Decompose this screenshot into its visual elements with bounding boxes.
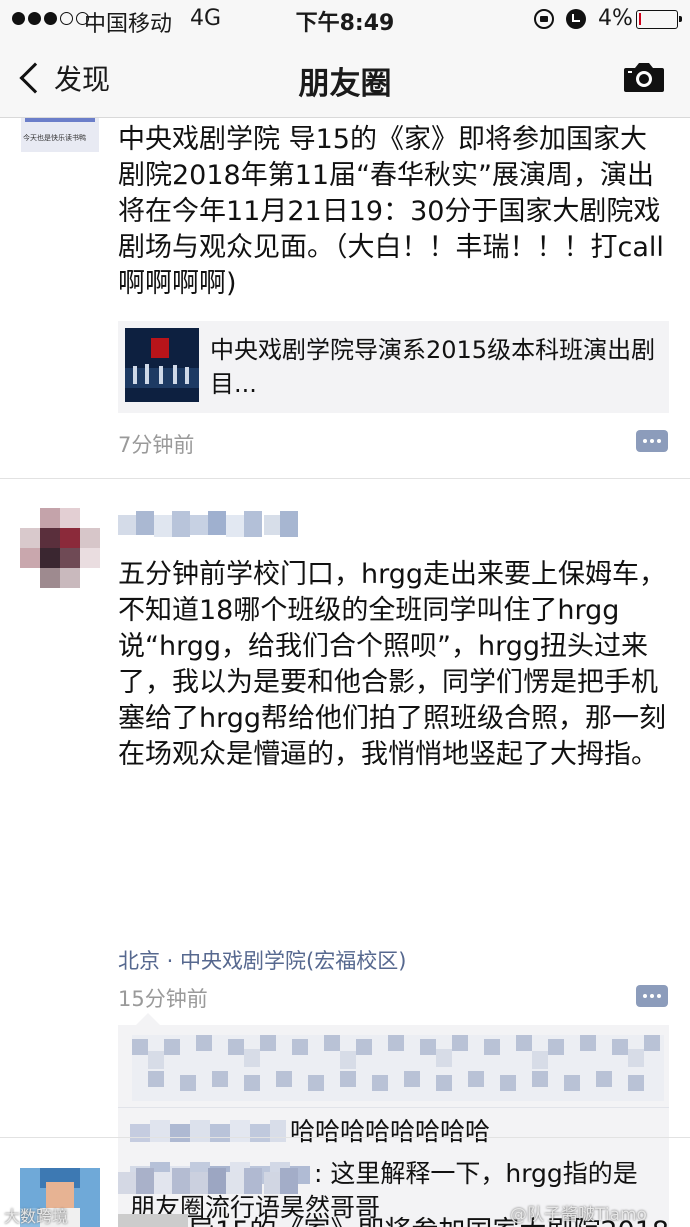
post-location[interactable]: 北京 · 中央戏剧学院(宏福校区) <box>118 945 406 975</box>
status-bar: 中国移动 4G 下午8:49 4% <box>0 0 690 40</box>
link-thumbnail <box>125 328 199 402</box>
comment-button[interactable] <box>636 985 668 1007</box>
comment-button[interactable] <box>636 430 668 452</box>
likes-blurred[interactable] <box>132 1035 664 1101</box>
battery-percent: 4% <box>598 6 633 31</box>
camera-icon[interactable] <box>623 60 665 94</box>
post-time: 7分钟前 <box>118 433 195 457</box>
username-blurred[interactable] <box>118 509 300 543</box>
watermark-left: 大数跨境 <box>4 1207 69 1226</box>
moment-post: 五分钟前学校门口，hrgg走出来要上保姆车，不知道18哪个班级的全班同学叫住了h… <box>0 479 690 1227</box>
alarm-icon <box>566 9 586 29</box>
status-time: 下午8:49 <box>295 11 395 36</box>
blurred-avatar-image <box>20 508 100 588</box>
avatar[interactable] <box>20 508 100 588</box>
avatar-caption: 今天也是快乐读书鸭 <box>23 134 86 142</box>
post-text: 五分钟前学校门口，hrgg走出来要上保姆车，不知道18哪个班级的全班同学叫住了h… <box>118 559 667 770</box>
orientation-lock-icon <box>534 9 554 29</box>
nav-bar: 发现 朋友圈 <box>0 40 690 118</box>
battery-level-fill <box>639 13 641 25</box>
header: 中国移动 4G 下午8:49 4% 发现 朋友圈 <box>0 0 690 118</box>
watermark-right: @队子酱啵Tiamo <box>510 1205 647 1225</box>
avatar[interactable]: 今天也是快乐读书鸭 <box>21 118 99 152</box>
post-time: 15分钟前 <box>118 987 208 1011</box>
post-text: 中央戏剧学院 导15的《家》即将参加国家大剧院2018年第11届“春华秋实”展演… <box>118 124 664 299</box>
link-card[interactable]: 中央戏剧学院导演系2015级本科班演出剧目... <box>118 321 669 413</box>
comments-divider <box>118 1107 669 1108</box>
link-title: 中央戏剧学院导演系2015级本科班演出剧目... <box>210 336 656 398</box>
page-title: 朋友圈 <box>298 66 392 102</box>
battery-icon <box>636 10 682 29</box>
username-blurred[interactable] <box>118 1168 300 1202</box>
moment-post: 今天也是快乐读书鸭 中央戏剧学院 导15的《家》即将参加国家大剧院2018年第1… <box>0 118 690 480</box>
moments-feed[interactable]: 今天也是快乐读书鸭 中央戏剧学院 导15的《家》即将参加国家大剧院2018年第1… <box>0 118 690 1227</box>
